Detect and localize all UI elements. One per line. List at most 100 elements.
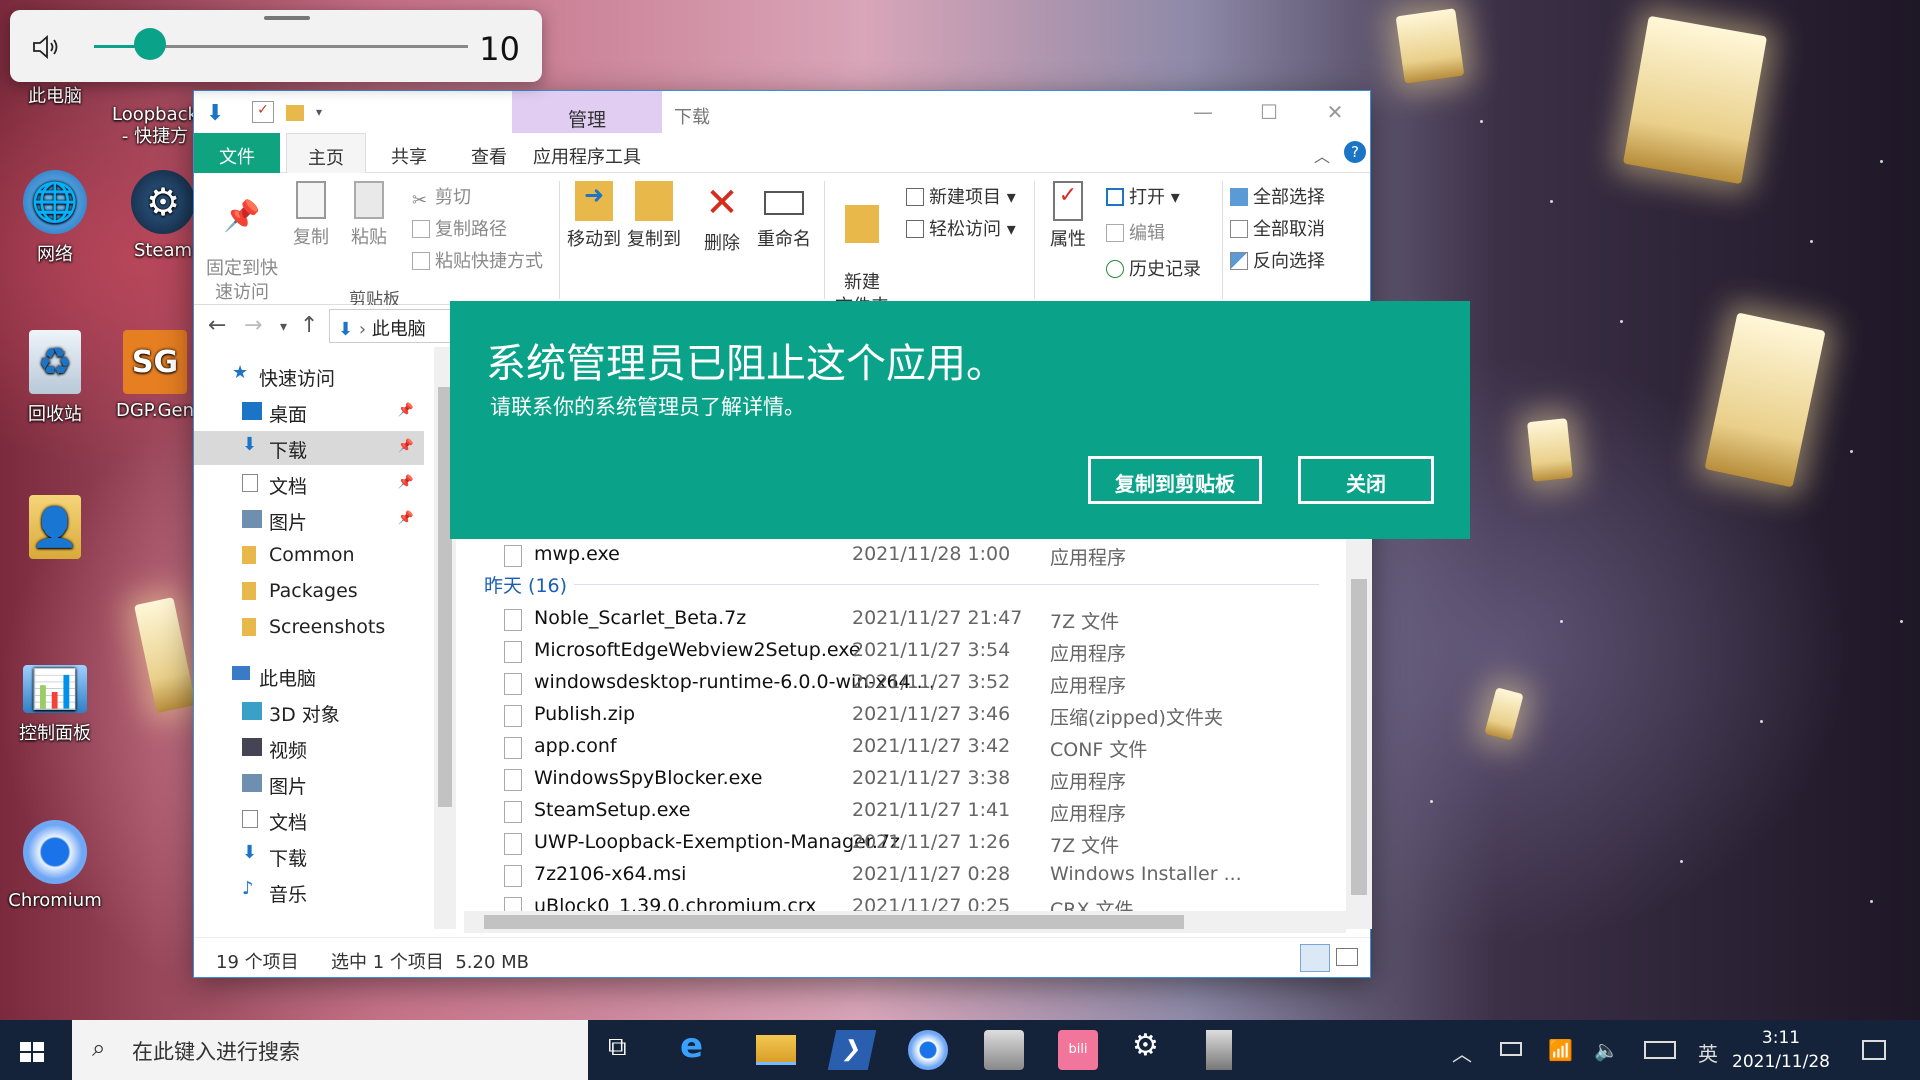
show-hidden-icons-chevron[interactable]: ︿ [1452,1038,1472,1067]
invert-selection-button[interactable]: 反向选择 [1230,247,1325,273]
quick-access-download-icon[interactable]: ⬇ [206,101,228,126]
nav-item-music[interactable]: ♪ 音乐 [194,875,424,905]
nav-item-pc-documents[interactable]: 文档 [194,803,424,837]
app-icon[interactable] [984,1030,1024,1070]
file-row[interactable]: SteamSetup.exe 2021/11/27 1:41 应用程序 [464,795,1346,827]
desktop-icon-control-panel[interactable]: 📊 控制面板 [0,665,110,745]
close-dialog-button[interactable]: 关闭 [1298,456,1434,504]
nav-this-pc[interactable]: 此电脑 [194,659,424,693]
nav-item-common[interactable]: Common [194,539,424,573]
group-header-yesterday[interactable]: 昨天 (16) [484,571,567,598]
scrollbar-thumb[interactable] [1351,579,1367,895]
new-item-button[interactable]: 新建项目 ▾ [906,183,1016,209]
back-button[interactable]: ← [208,313,226,338]
settings-gear-icon[interactable]: ⚙ [1132,1028,1172,1068]
recent-locations-button[interactable]: ▾ [280,319,287,335]
tab-share[interactable]: 共享 [370,133,448,173]
collapse-ribbon-icon[interactable]: ︿ [1314,143,1330,167]
nav-item-desktop[interactable]: 桌面 📌 [194,395,424,429]
cut-button[interactable]: ✂ 剪切 [412,183,471,211]
file-row[interactable]: Publish.zip 2021/11/27 3:46 压缩(zipped)文件夹 [464,699,1346,731]
context-tab-manage[interactable]: 管理 [512,91,662,133]
desktop-icon-user-folder[interactable]: 👤 [0,495,110,565]
properties-button[interactable]: ✓ 属性 [1042,181,1094,251]
file-row[interactable]: Noble_Scarlet_Beta.7z 2021/11/27 21:47 7Z … [464,603,1346,635]
large-icons-view-button[interactable] [1336,948,1358,966]
flyout-drag-handle[interactable] [264,16,310,20]
file-explorer-icon[interactable] [756,1035,796,1065]
history-button[interactable]: 历史记录 [1106,255,1201,281]
start-button[interactable] [14,1034,50,1068]
desktop-icon-network[interactable]: 🌐 网络 [0,170,110,266]
notification-center-icon[interactable] [1862,1040,1886,1060]
wifi-icon[interactable]: 📶 [1548,1038,1573,1062]
file-row[interactable]: app.conf 2021/11/27 3:42 CONF 文件 [464,731,1346,763]
open-button[interactable]: 打开 ▾ [1106,183,1180,209]
tab-application-tools[interactable]: 应用程序工具 [518,133,656,173]
bilibili-icon[interactable]: bili [1058,1030,1098,1070]
quick-access-customize-icon[interactable]: ▾ [316,105,338,127]
minimize-button[interactable]: — [1168,91,1238,133]
close-window-button[interactable]: ✕ [1300,91,1370,133]
volume-slider-thumb[interactable] [134,28,167,60]
file-row[interactable]: UWP-Loopback-Exemption-Manager.7z 2021/11… [464,827,1346,859]
up-button[interactable]: ↑ [300,313,318,338]
quick-access-new-folder-icon[interactable] [286,105,304,121]
edit-button[interactable]: 编辑 [1106,219,1165,245]
file-row[interactable]: 7z2106-x64.msi 2021/11/27 0:28 Windows Ins… [464,859,1346,891]
new-folder-button[interactable]: 新建 文件夹 [832,181,892,319]
desktop-icon-chromium[interactable]: Chromium [0,820,110,911]
desktop-icon-recycle-bin[interactable]: ♻ 回收站 [0,330,110,426]
move-to-button[interactable]: ➜ 移动到 [566,181,622,251]
chrome-icon[interactable] [908,1030,948,1070]
delete-button[interactable]: ✕ 删除 [699,181,745,255]
scrollbar-thumb[interactable] [484,915,1184,929]
tab-file[interactable]: 文件 [194,133,280,173]
powershell-icon[interactable]: ❯ [827,1030,877,1070]
file-row[interactable]: windowsdesktop-runtime-6.0.0-win-x64....… [464,667,1346,699]
internet-explorer-icon[interactable]: e [680,1026,720,1066]
forward-button[interactable]: → [244,313,262,338]
nav-quick-access[interactable]: ★ 快速访问 [194,359,424,393]
taskbar-search-box[interactable]: ⌕ 在此键入进行搜索 [72,1020,588,1080]
file-row[interactable]: WindowsSpyBlocker.exe 2021/11/27 3:38 应用程序 [464,763,1346,795]
nav-item-documents[interactable]: 文档 📌 [194,467,424,501]
speaker-icon[interactable] [32,34,62,60]
ime-indicator[interactable]: 英 [1698,1038,1718,1067]
touch-keyboard-icon[interactable] [1644,1041,1676,1059]
server-app-icon[interactable] [1206,1030,1232,1070]
pin-to-quick-access-button[interactable]: 📌 固定到快 速访问 [202,181,282,305]
copy-button[interactable]: 复制 [286,181,336,249]
select-none-button[interactable]: 全部取消 [1230,215,1325,241]
breadcrumb-this-pc[interactable]: 此电脑 [372,319,426,340]
task-view-icon[interactable]: ⧉ [608,1032,648,1072]
paste-shortcut-button[interactable]: 粘贴快捷方式 [412,247,543,273]
clock[interactable]: 3:11 2021/11/28 [1726,1026,1836,1074]
rename-button[interactable]: 重命名 [754,181,814,251]
paste-button[interactable]: 粘贴 [344,181,394,249]
copy-to-button[interactable]: 复制到 [626,181,682,251]
tab-view[interactable]: 查看 [450,133,528,173]
copy-to-clipboard-button[interactable]: 复制到剪贴板 [1088,456,1262,504]
nav-item-videos[interactable]: 视频 [194,731,424,765]
details-view-button[interactable] [1300,944,1330,972]
copy-path-button[interactable]: 复制路径 [412,215,507,241]
volume-tray-icon[interactable]: 🔈 [1594,1038,1619,1062]
file-list-horizontal-scrollbar[interactable] [464,911,1346,933]
file-row[interactable]: mwp.exe 2021/11/28 1:00 应用程序 [464,539,1346,571]
file-row[interactable]: MicrosoftEdgeWebview2Setup.exe 2021/11/27… [464,635,1346,667]
quick-access-properties-icon[interactable]: ✓ [252,101,274,123]
nav-item-pc-downloads[interactable]: ⬇ 下载 [194,839,424,873]
maximize-button[interactable]: ☐ [1234,91,1304,133]
battery-icon[interactable] [1500,1042,1522,1056]
nav-item-packages[interactable]: Packages [194,575,424,609]
nav-item-3d-objects[interactable]: 3D 对象 [194,695,424,729]
easy-access-button[interactable]: 轻松访问 ▾ [906,215,1016,241]
help-icon[interactable]: ? [1344,141,1366,163]
select-all-button[interactable]: 全部选择 [1230,183,1325,209]
nav-item-pictures[interactable]: 图片 📌 [194,503,424,537]
file-row[interactable]: uBlock0_1.39.0.chromium.crx 2021/11/27 0:… [464,891,1346,911]
nav-item-downloads[interactable]: ⬇ 下载 📌 [194,431,424,465]
nav-item-screenshots[interactable]: Screenshots [194,611,424,645]
nav-item-pc-pictures[interactable]: 图片 [194,767,424,801]
